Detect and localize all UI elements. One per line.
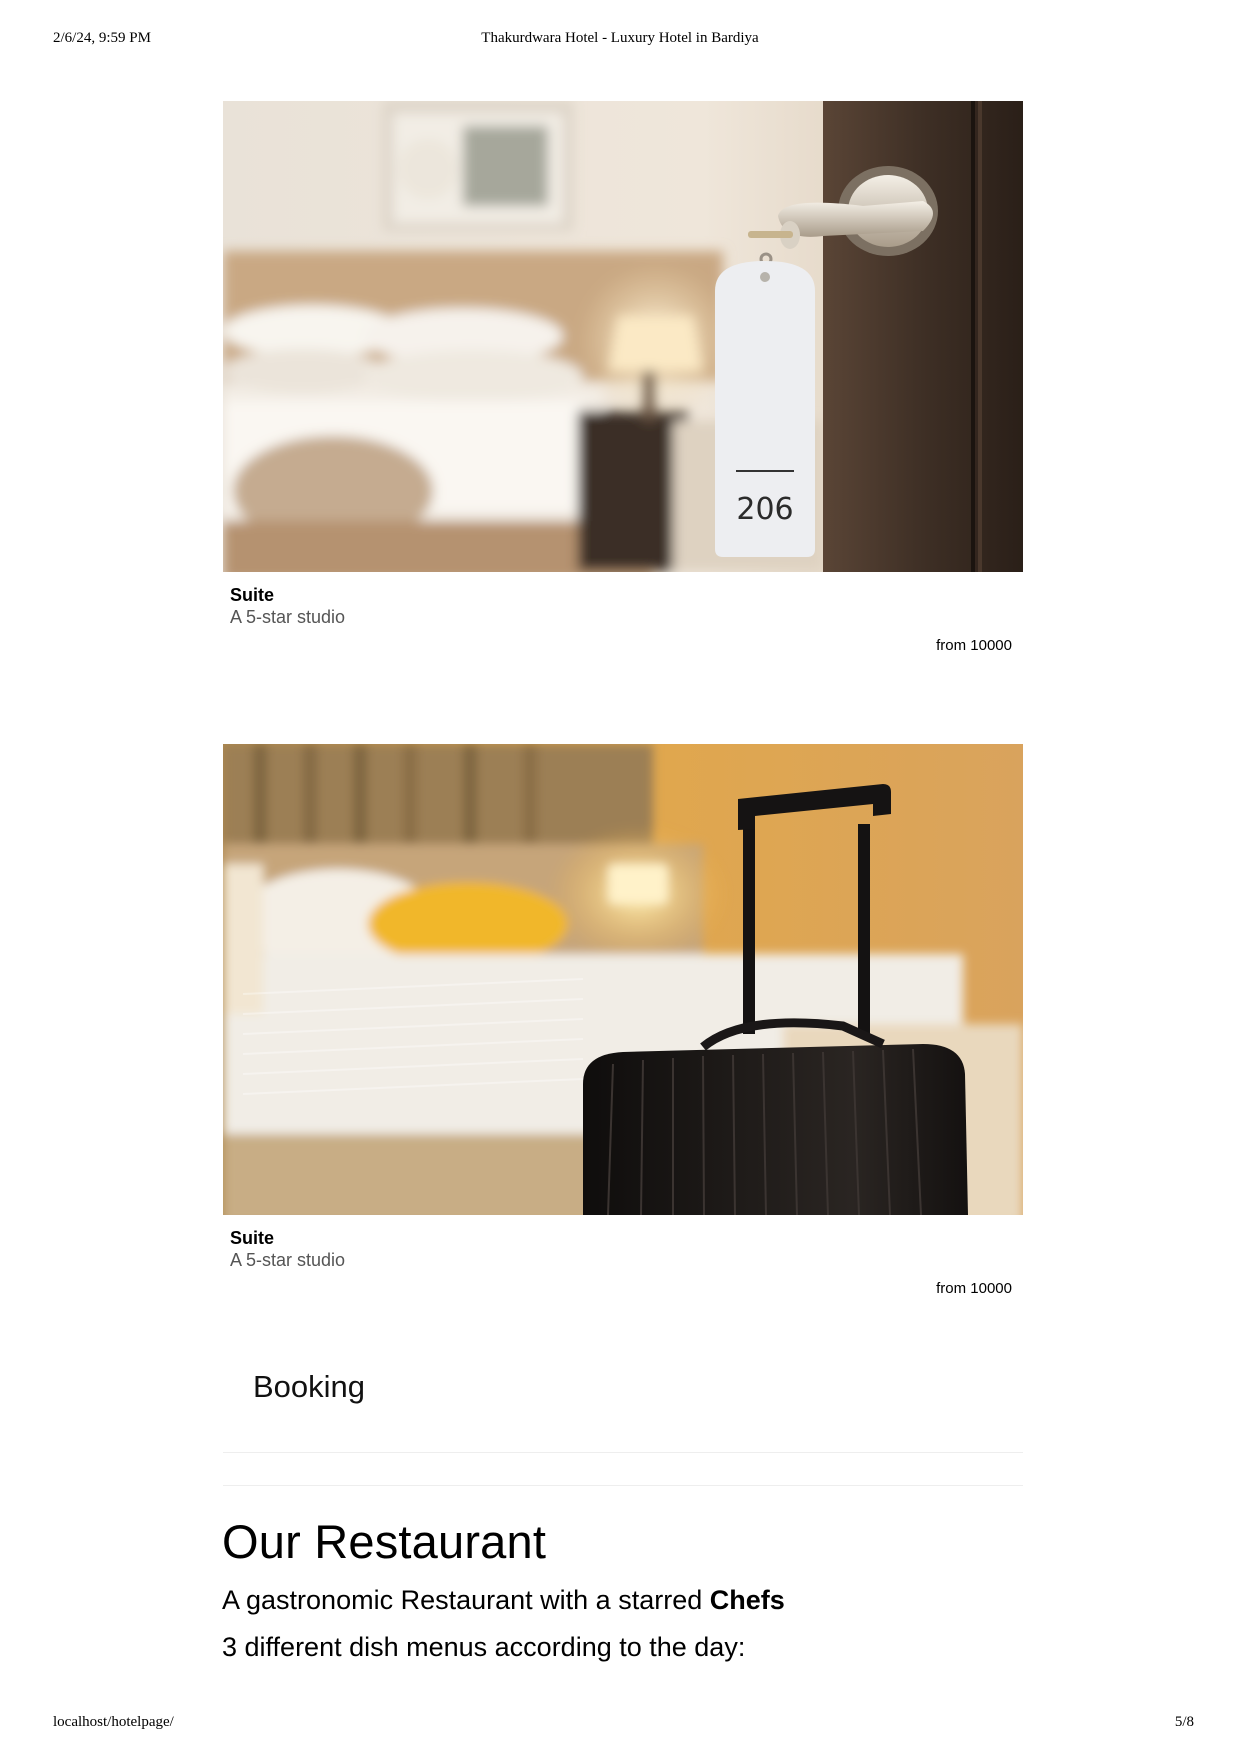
- room-number-tag: 206: [736, 492, 793, 527]
- room-title: Suite: [230, 585, 275, 605]
- room-price: from 10000: [936, 1280, 1012, 1297]
- restaurant-tagline-bold: Chefs: [709, 1585, 785, 1615]
- print-footer: localhost/hotelpage/ 5/8: [0, 1714, 1240, 1734]
- restaurant-heading: Our Restaurant: [222, 1515, 547, 1568]
- divider: [223, 1485, 1023, 1486]
- room-title: Suite: [230, 1228, 275, 1248]
- room-image-luggage[interactable]: [223, 744, 1023, 1215]
- restaurant-tagline: A gastronomic Restaurant with a starred …: [222, 1585, 785, 1616]
- restaurant-menus-text: 3 different dish menus according to the …: [222, 1632, 746, 1662]
- print-header: 2/6/24, 9:59 PM Thakurdwara Hotel - Luxu…: [0, 30, 1240, 50]
- room-subtitle: A 5-star studio: [230, 1250, 346, 1270]
- restaurant-tagline-text: A gastronomic Restaurant with a starred: [222, 1585, 710, 1615]
- room-subtitle: A 5-star studio: [230, 607, 346, 627]
- booking-button[interactable]: Booking: [253, 1369, 365, 1405]
- room-card[interactable]: 206 Suite A 5-star studio from 10000: [223, 101, 1023, 661]
- print-page-title: Thakurdwara Hotel - Luxury Hotel in Bard…: [481, 30, 759, 46]
- divider: [223, 1452, 1023, 1453]
- room-card[interactable]: Suite A 5-star studio from 10000: [223, 744, 1023, 1304]
- room-price: from 10000: [936, 637, 1012, 654]
- print-page-number: 5/8: [1174, 1714, 1194, 1730]
- room-image-door-key[interactable]: 206: [223, 101, 1023, 572]
- print-url: localhost/hotelpage/: [53, 1714, 174, 1730]
